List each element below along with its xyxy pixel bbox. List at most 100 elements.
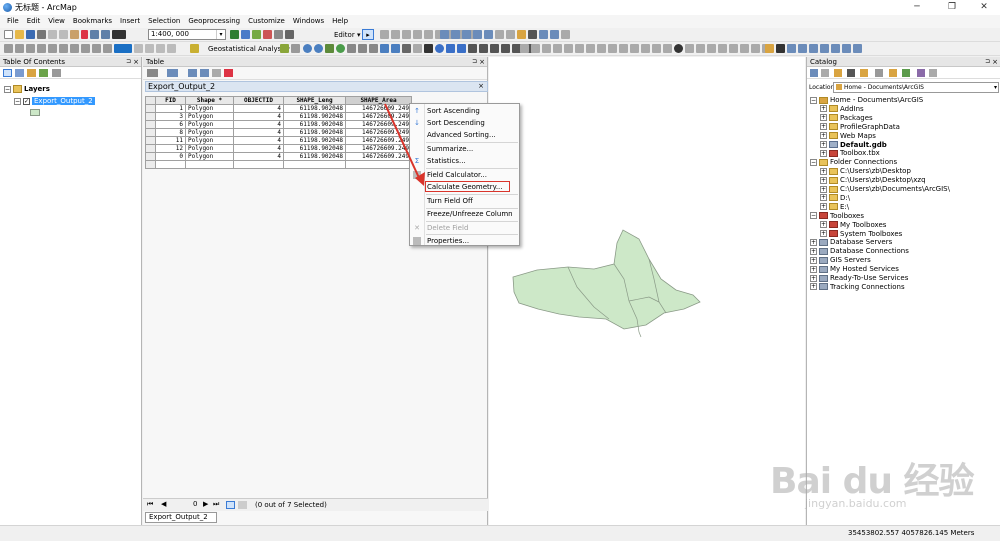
cell-shape-leng[interactable]: 61198.902048 (283, 152, 346, 161)
zoom-out-icon[interactable] (314, 44, 323, 53)
measure-icon[interactable] (528, 30, 537, 39)
expand-icon[interactable]: + (820, 105, 827, 113)
close-icon[interactable]: × (992, 57, 998, 67)
cell-fid[interactable]: 1 (155, 104, 186, 113)
fillet-icon[interactable] (531, 44, 540, 53)
batch-icon[interactable] (842, 44, 851, 53)
shared-features-icon[interactable] (462, 30, 471, 39)
row-selector[interactable] (145, 112, 156, 121)
layout-zoom-in-icon[interactable] (4, 44, 13, 53)
generalize-icon[interactable] (586, 44, 595, 53)
select-elements-icon[interactable] (424, 44, 433, 53)
identify-icon[interactable] (435, 44, 444, 53)
expand-icon[interactable]: + (810, 274, 817, 282)
identity-link-icon[interactable] (751, 44, 760, 53)
chevron-down-icon[interactable]: ▾ (994, 83, 997, 92)
construct-icon[interactable] (608, 44, 617, 53)
collapse-icon[interactable]: − (14, 97, 21, 105)
expand-icon[interactable]: + (820, 114, 827, 122)
catalog-item[interactable]: + C:\Users\zb\Desktop\xzq (820, 176, 926, 185)
pin-icon[interactable]: ⊐ (472, 57, 477, 67)
row-selector[interactable] (145, 152, 156, 161)
row-selector[interactable] (145, 144, 156, 153)
pin-icon[interactable]: ⊐ (985, 57, 990, 67)
table-row[interactable]: 0 Polygon 4 61198.902048 146726609.249 (145, 152, 412, 161)
help-icon[interactable] (853, 44, 862, 53)
draft-mode-icon[interactable] (103, 44, 112, 53)
back-icon[interactable] (810, 69, 818, 77)
go-to-xy-icon[interactable] (501, 44, 510, 53)
expand-icon[interactable]: + (820, 176, 827, 184)
row-selector[interactable] (145, 104, 156, 113)
catalog-item[interactable]: − Home - Documents\ArcGIS (810, 96, 923, 105)
expand-icon[interactable]: + (810, 256, 817, 264)
geostatistical-analyst-menu[interactable]: Geostatistical Analyst ▾ (208, 43, 290, 55)
redo-icon[interactable] (101, 30, 110, 39)
catalog-window-icon[interactable] (252, 30, 261, 39)
show-selected-records-icon[interactable] (238, 501, 247, 509)
cell-shape-leng[interactable]: 61198.902048 (283, 136, 346, 145)
expand-icon[interactable]: + (810, 238, 817, 246)
location-combobox[interactable]: Home - Documents\ArcGIS ▾ (833, 82, 999, 93)
smooth-icon[interactable] (597, 44, 606, 53)
measure-tool-icon[interactable] (468, 44, 477, 53)
table-bottom-tab[interactable]: Export_Output_2 (145, 512, 217, 523)
expand-icon[interactable]: + (820, 123, 827, 131)
table-row[interactable]: 1 Polygon 4 61198.902048 146726609.249 (145, 104, 412, 113)
polygon-feature[interactable] (512, 229, 701, 330)
forward-icon[interactable] (821, 69, 829, 77)
editor-toolbar-icon[interactable] (230, 30, 239, 39)
map-scale-combobox[interactable]: 1:400, 000 ▾ (148, 29, 226, 40)
collapse-icon[interactable]: − (810, 158, 817, 166)
trim-icon[interactable] (553, 44, 562, 53)
cell-shape-leng[interactable]: 61198.902048 (283, 112, 346, 121)
row-selector[interactable] (145, 128, 156, 137)
table-row[interactable]: 3 Polygon 4 61198.902048 146726609.249 (145, 112, 412, 121)
menu-file[interactable]: File (3, 15, 23, 28)
expand-icon[interactable]: + (820, 141, 827, 148)
toolbox-icon[interactable] (798, 44, 807, 53)
column-header-shape-leng[interactable]: SHAPE_Leng (283, 96, 346, 105)
column-header-fid[interactable]: FID (155, 96, 186, 105)
python-window-icon[interactable] (274, 30, 283, 39)
layout-icon[interactable] (539, 30, 548, 39)
menu-item-summarize[interactable]: Summarize... (427, 144, 473, 154)
attribute-transfer-icon[interactable] (718, 44, 727, 53)
options-icon[interactable] (52, 69, 61, 77)
find-route-icon[interactable] (490, 44, 499, 53)
connect-folder-icon[interactable] (860, 69, 868, 77)
cell-shape[interactable]: Polygon (185, 128, 234, 137)
clear-selection-icon[interactable] (212, 69, 221, 77)
expand-icon[interactable]: + (820, 230, 827, 237)
model-icon[interactable] (809, 44, 818, 53)
table-options-icon[interactable] (147, 69, 158, 77)
pin-icon[interactable]: ⊐ (126, 57, 131, 67)
menu-edit[interactable]: Edit (23, 15, 45, 28)
close-button[interactable]: ✕ (969, 1, 999, 14)
cell-shape[interactable]: Polygon (185, 112, 234, 121)
switch-selection-icon[interactable] (200, 69, 209, 77)
map-view[interactable] (489, 57, 805, 525)
rectangle-icon[interactable] (630, 44, 639, 53)
cell-shape-leng[interactable]: 61198.902048 (283, 144, 346, 153)
cell-shape-leng[interactable]: 61198.902048 (283, 128, 346, 137)
catalog-item[interactable]: + C:\Users\zb\Desktop (820, 167, 911, 176)
straight-segment-icon[interactable] (380, 30, 389, 39)
catalog-icon[interactable] (765, 44, 774, 53)
list-by-drawing-order-icon[interactable] (3, 69, 12, 77)
expand-icon[interactable]: + (810, 265, 817, 273)
cell-objectid[interactable]: 4 (233, 104, 284, 113)
zoom-whole-page-icon[interactable] (37, 44, 46, 53)
back-extent-icon[interactable] (358, 44, 367, 53)
error-inspector-icon[interactable] (484, 30, 493, 39)
minimize-button[interactable]: ─ (902, 1, 932, 14)
catalog-item[interactable]: + Toolbox.tbx (820, 149, 880, 158)
fill-color-icon[interactable] (114, 44, 132, 53)
endpoint-arc-icon[interactable] (391, 30, 400, 39)
edge-match-icon[interactable] (707, 44, 716, 53)
collapse-icon[interactable]: − (810, 96, 817, 104)
catalog-item[interactable]: + Default.gdb (820, 141, 887, 150)
catalog-options-icon[interactable] (929, 69, 937, 77)
edit-tool-button[interactable]: ▸ (362, 29, 374, 40)
cell-shape[interactable]: Polygon (185, 120, 234, 129)
